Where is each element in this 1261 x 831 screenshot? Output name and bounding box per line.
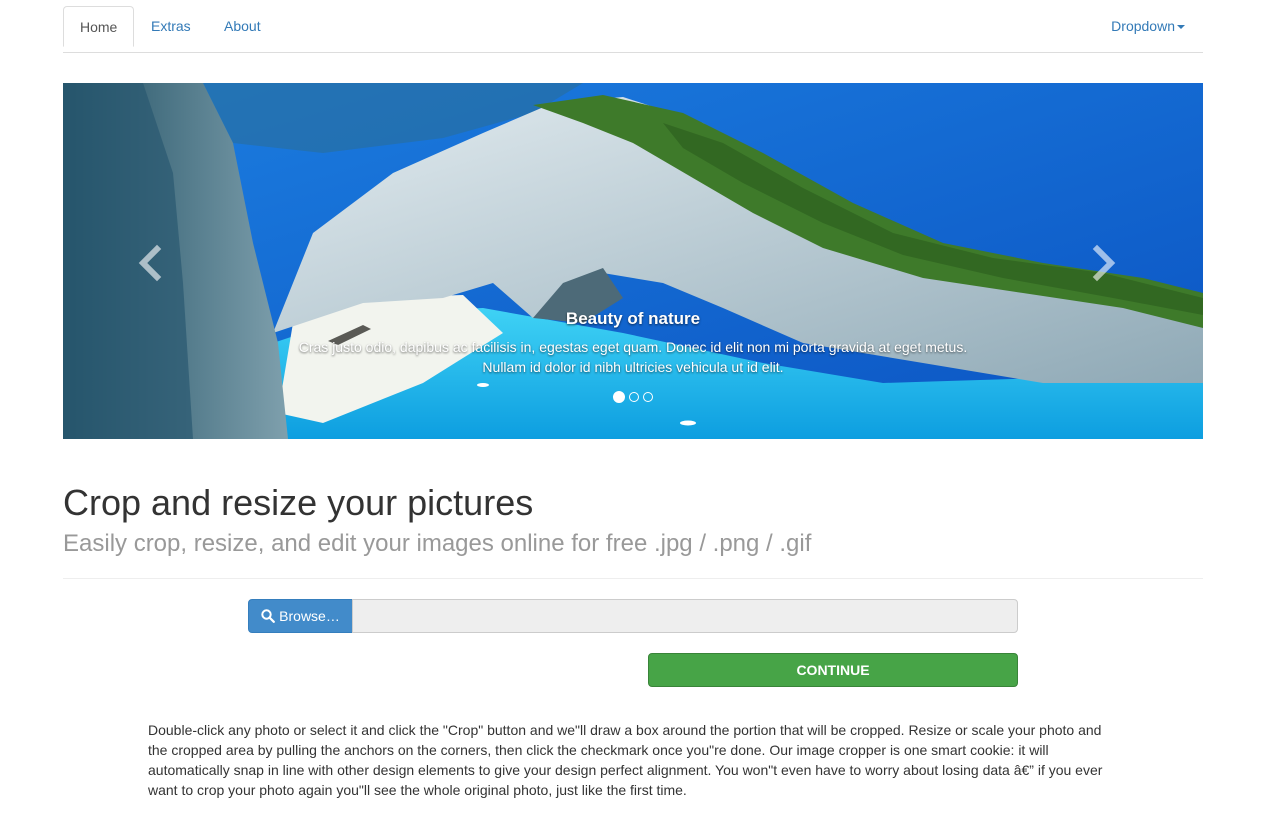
nav-tabs: Home Extras About Dropdown [63, 6, 1203, 53]
browse-button[interactable]: Browse… [248, 599, 353, 633]
image-carousel: Beauty of nature Cras justo odio, dapibu… [63, 83, 1203, 439]
caption-text-line2: Nullam id dolor id nibh ultricies vehicu… [482, 359, 784, 375]
browse-label: Browse… [279, 608, 340, 624]
carousel-indicator-2[interactable] [629, 392, 639, 402]
description-text: Double-click any photo or select it and … [148, 722, 1103, 798]
tab-home[interactable]: Home [63, 6, 135, 47]
caption-title: Beauty of nature [565, 309, 701, 328]
carousel-indicator-1[interactable] [613, 391, 625, 403]
page-header: Crop and resize your pictures Easily cro… [63, 481, 1203, 579]
continue-button[interactable]: CONTINUE [648, 653, 1018, 687]
carousel-next-button[interactable] [1083, 241, 1123, 285]
carousel-indicator-3[interactable] [643, 392, 653, 402]
tab-about[interactable]: About [208, 6, 277, 46]
chevron-right-icon [1092, 244, 1116, 282]
carousel-slide-image [63, 83, 1203, 439]
page-subtitle: Easily crop, resize, and edit your image… [63, 530, 812, 557]
carousel-caption: Beauty of nature Cras justo odio, dapibu… [233, 309, 1033, 377]
carousel-prev-button[interactable] [131, 241, 171, 285]
caret-down-icon [1177, 25, 1185, 30]
carousel-indicators [63, 391, 1203, 403]
chevron-left-icon [138, 244, 162, 282]
file-upload-group: Browse… [248, 599, 1018, 633]
tab-extras[interactable]: Extras [135, 6, 207, 46]
dropdown-toggle[interactable]: Dropdown [1095, 6, 1203, 46]
page-container: Home Extras About Dropdown Beauty of nat… [63, 6, 1203, 800]
caption-text-line1: Cras justo odio, dapibus ac facilisis in… [298, 339, 968, 355]
dropdown-label: Dropdown [1111, 18, 1175, 34]
file-path-input[interactable] [352, 599, 1018, 633]
page-title: Crop and resize your pictures [63, 482, 534, 523]
search-icon [261, 609, 276, 623]
